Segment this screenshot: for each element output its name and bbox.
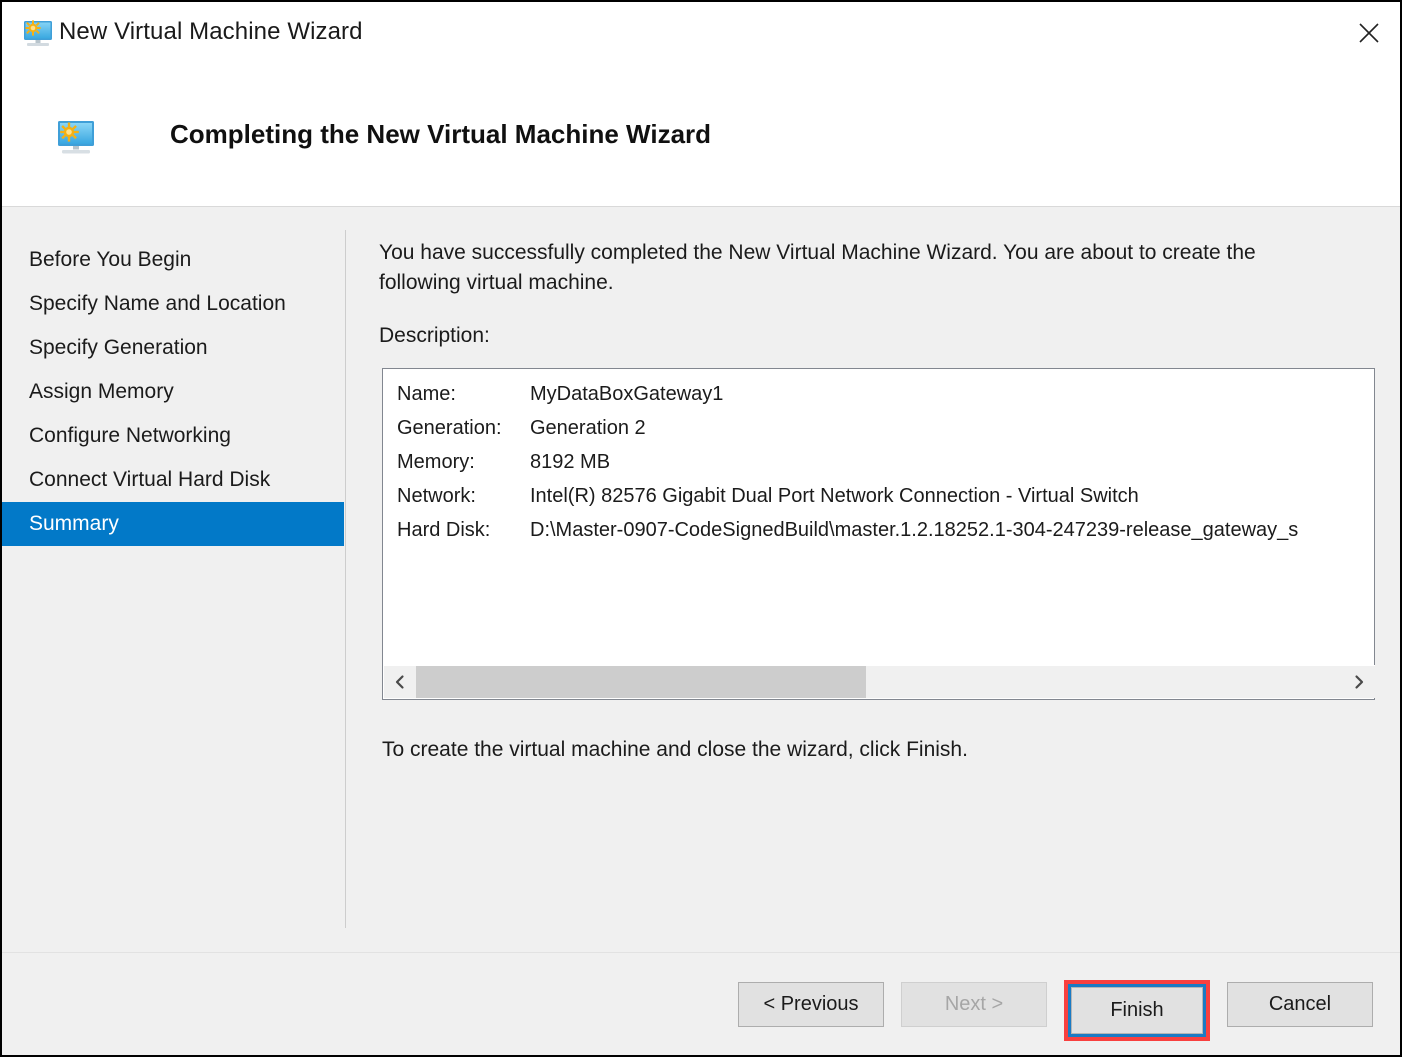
detail-value: D:\Master-0907-CodeSignedBuild\master.1.… — [530, 519, 1299, 541]
detail-value: 8192 MB — [530, 451, 611, 473]
detail-row-network: Network: Intel(R) 82576 Gigabit Dual Port… — [397, 479, 1374, 513]
sidebar-item-summary[interactable]: Summary — [2, 502, 344, 546]
window-title: New Virtual Machine Wizard — [59, 18, 363, 45]
vertical-divider — [345, 230, 346, 928]
cancel-button[interactable]: Cancel — [1227, 982, 1373, 1027]
sidebar-item-label: Connect Virtual Hard Disk — [29, 468, 271, 491]
sidebar-item-configure-networking[interactable]: Configure Networking — [2, 414, 344, 458]
detail-value: Generation 2 — [530, 417, 646, 439]
horizontal-scrollbar[interactable] — [384, 665, 1375, 698]
scroll-right-arrow-icon[interactable] — [1343, 666, 1375, 698]
sidebar-item-assign-memory[interactable]: Assign Memory — [2, 370, 344, 414]
sidebar-item-before-you-begin[interactable]: Before You Begin — [2, 238, 344, 282]
detail-value: Intel(R) 82576 Gigabit Dual Port Network… — [530, 485, 1139, 507]
sidebar-item-label: Specify Generation — [29, 336, 208, 359]
scrollbar-thumb[interactable] — [416, 666, 866, 698]
scrollbar-track[interactable] — [416, 666, 1343, 698]
virtual-machine-monitor-icon — [20, 15, 56, 51]
closing-instruction-text: To create the virtual machine and close … — [382, 738, 968, 761]
sidebar-item-label: Before You Begin — [29, 248, 192, 271]
detail-row-hard-disk: Hard Disk: D:\Master-0907-CodeSignedBuild… — [397, 513, 1374, 547]
detail-key: Hard Disk: — [397, 519, 491, 541]
detail-key: Memory: — [397, 451, 475, 473]
wizard-banner: Completing the New Virtual Machine Wizar… — [2, 64, 1400, 207]
sidebar-item-label: Summary — [29, 512, 119, 535]
sidebar-item-label: Specify Name and Location — [29, 292, 286, 315]
detail-value: MyDataBoxGateway1 — [530, 383, 724, 405]
sidebar-item-specify-name-and-location[interactable]: Specify Name and Location — [2, 282, 344, 326]
description-rows: Name: MyDataBoxGateway1 Generation: Genera… — [397, 377, 1374, 547]
new-virtual-machine-wizard-window: New Virtual Machine Wizard Completing th… — [0, 0, 1402, 1057]
sidebar-item-connect-virtual-hard-disk[interactable]: Connect Virtual Hard Disk — [2, 458, 344, 502]
close-icon[interactable] — [1338, 2, 1400, 64]
description-box[interactable]: Name: MyDataBoxGateway1 Generation: Genera… — [382, 368, 1375, 700]
finish-button-focus-ring: Finish — [1068, 984, 1206, 1037]
scroll-left-arrow-icon[interactable] — [384, 666, 416, 698]
sidebar-item-label: Configure Networking — [29, 424, 231, 447]
page-title: Completing the New Virtual Machine Wizar… — [170, 119, 712, 149]
wizard-steps-sidebar: Before You Begin Specify Name and Locati… — [2, 238, 344, 546]
sidebar-item-specify-generation[interactable]: Specify Generation — [2, 326, 344, 370]
title-bar: New Virtual Machine Wizard — [2, 2, 1400, 64]
detail-row-name: Name: MyDataBoxGateway1 — [397, 377, 1374, 411]
wizard-body: Before You Begin Specify Name and Locati… — [2, 208, 1400, 952]
detail-key: Network: — [397, 485, 476, 507]
intro-text: You have successfully completed the New … — [379, 241, 1256, 294]
finish-button[interactable]: Finish — [1071, 987, 1203, 1034]
next-button: Next > — [901, 982, 1047, 1027]
detail-key: Name: — [397, 383, 456, 405]
summary-pane: You have successfully completed the New … — [379, 238, 1375, 761]
previous-button[interactable]: < Previous — [738, 982, 884, 1027]
detail-row-memory: Memory: 8192 MB — [397, 445, 1374, 479]
virtual-machine-monitor-icon — [54, 116, 98, 160]
sidebar-item-label: Assign Memory — [29, 380, 174, 403]
description-label: Description: — [379, 324, 490, 347]
detail-row-generation: Generation: Generation 2 — [397, 411, 1374, 445]
detail-key: Generation: — [397, 417, 502, 439]
finish-button-highlight-annotation: Finish — [1064, 980, 1210, 1041]
